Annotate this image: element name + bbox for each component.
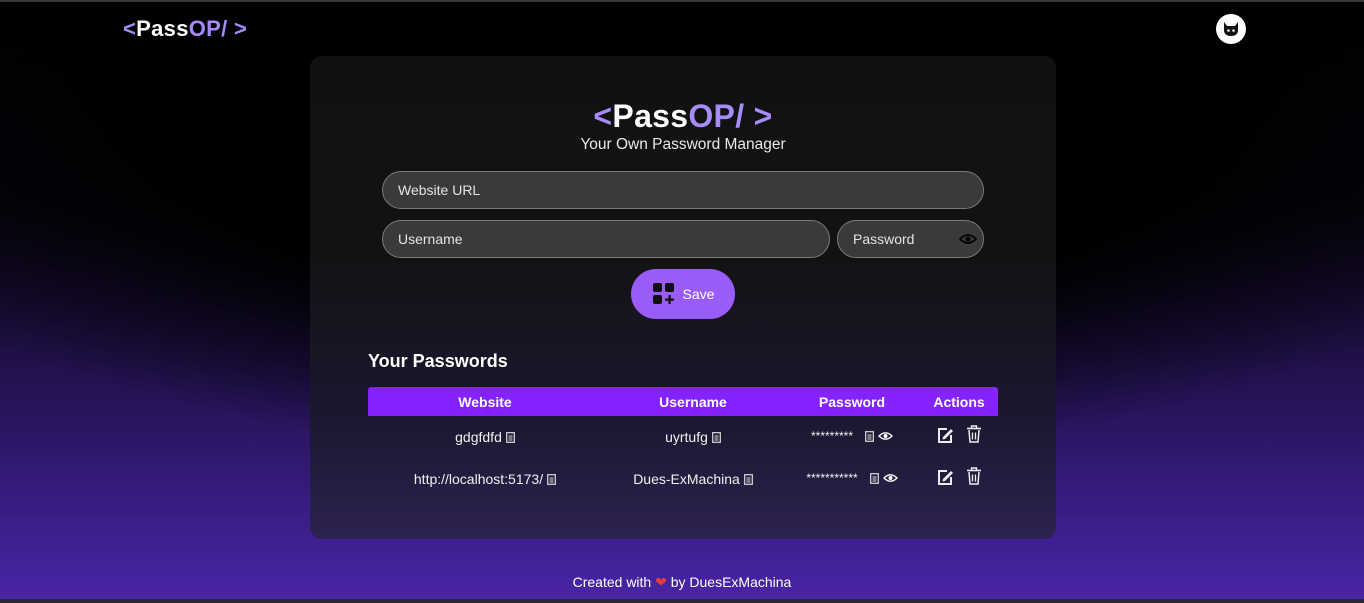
password-cell: *********** [784,471,920,485]
eye-icon[interactable] [882,473,898,483]
trash-icon[interactable] [966,425,982,443]
footer: Created with ❤ by DuesExMachina [0,574,1364,591]
edit-icon[interactable] [937,468,954,485]
eye-icon[interactable] [878,431,893,441]
passwords-table: Website Username Password Actions gdgfdf… [368,387,998,500]
copy-icon[interactable] [505,431,515,443]
password-manager-card: <PassOP/ > Your Own Password Manager Sav… [310,56,1056,539]
github-button[interactable] [1216,14,1246,44]
logo-op: OP/ [688,98,745,134]
nav-logo[interactable]: <PassOP/ > [123,16,247,42]
username-field [382,220,830,258]
logo-close-bracket: > [227,16,248,41]
actions-cell [920,425,998,443]
save-button[interactable]: Save [631,269,735,319]
website-cell: gdgfdfd [368,429,602,445]
website-url-input[interactable] [383,172,983,208]
subtitle: Your Own Password Manager [580,136,786,153]
copy-icon[interactable] [869,472,879,484]
logo-op: OP/ [188,16,228,41]
password-value: *********** [806,471,858,485]
website-url-field [382,171,984,209]
copy-icon[interactable] [547,473,556,485]
col-header-website: Website [458,394,512,410]
username-value: uyrtufg [665,429,708,445]
username-value: Dues-ExMachina [633,471,740,487]
password-field [837,220,984,258]
passwords-heading: Your Passwords [368,351,508,371]
logo-close-bracket: > [744,98,773,134]
website-cell: http://localhost:5173/ [368,471,602,487]
logo-pass: Pass [136,16,189,41]
logo-pass: Pass [612,98,689,134]
edit-icon[interactable] [937,426,954,443]
password-value: ********* [810,429,854,443]
add-grid-icon [652,283,674,304]
logo-open-bracket: < [123,16,137,41]
col-header-username: Username [659,394,727,410]
username-cell: uyrtufg [602,429,784,445]
col-header-password: Password [818,394,886,410]
copy-icon[interactable] [865,430,874,442]
copy-icon[interactable] [743,473,753,485]
table-row: http://localhost:5173/ Dues-ExMachina **… [368,458,998,500]
password-cell: ********* [784,429,920,443]
website-link[interactable]: http://localhost:5173/ [414,471,543,487]
heart-icon: ❤ [655,574,667,590]
eye-icon[interactable] [959,232,977,246]
trash-icon[interactable] [966,467,982,485]
card-logo: <PassOP/ > [310,98,1056,135]
username-cell: Dues-ExMachina [602,471,784,487]
logo-open-bracket: < [593,98,613,134]
footer-created-with: Created with [572,574,652,590]
navbar: <PassOP/ > [0,2,1364,54]
github-icon [1224,22,1238,36]
table-header: Website Username Password Actions [368,387,998,416]
username-input[interactable] [383,221,829,257]
save-button-label: Save [682,286,715,302]
table-row: gdgfdfd uyrtufg ********* [368,416,998,458]
copy-icon[interactable] [712,431,721,443]
footer-author: by DuesExMachina [670,574,792,590]
actions-cell [920,467,998,485]
website-link[interactable]: gdgfdfd [455,429,502,445]
bottom-strip [0,599,1364,603]
col-header-actions: Actions [933,394,985,410]
